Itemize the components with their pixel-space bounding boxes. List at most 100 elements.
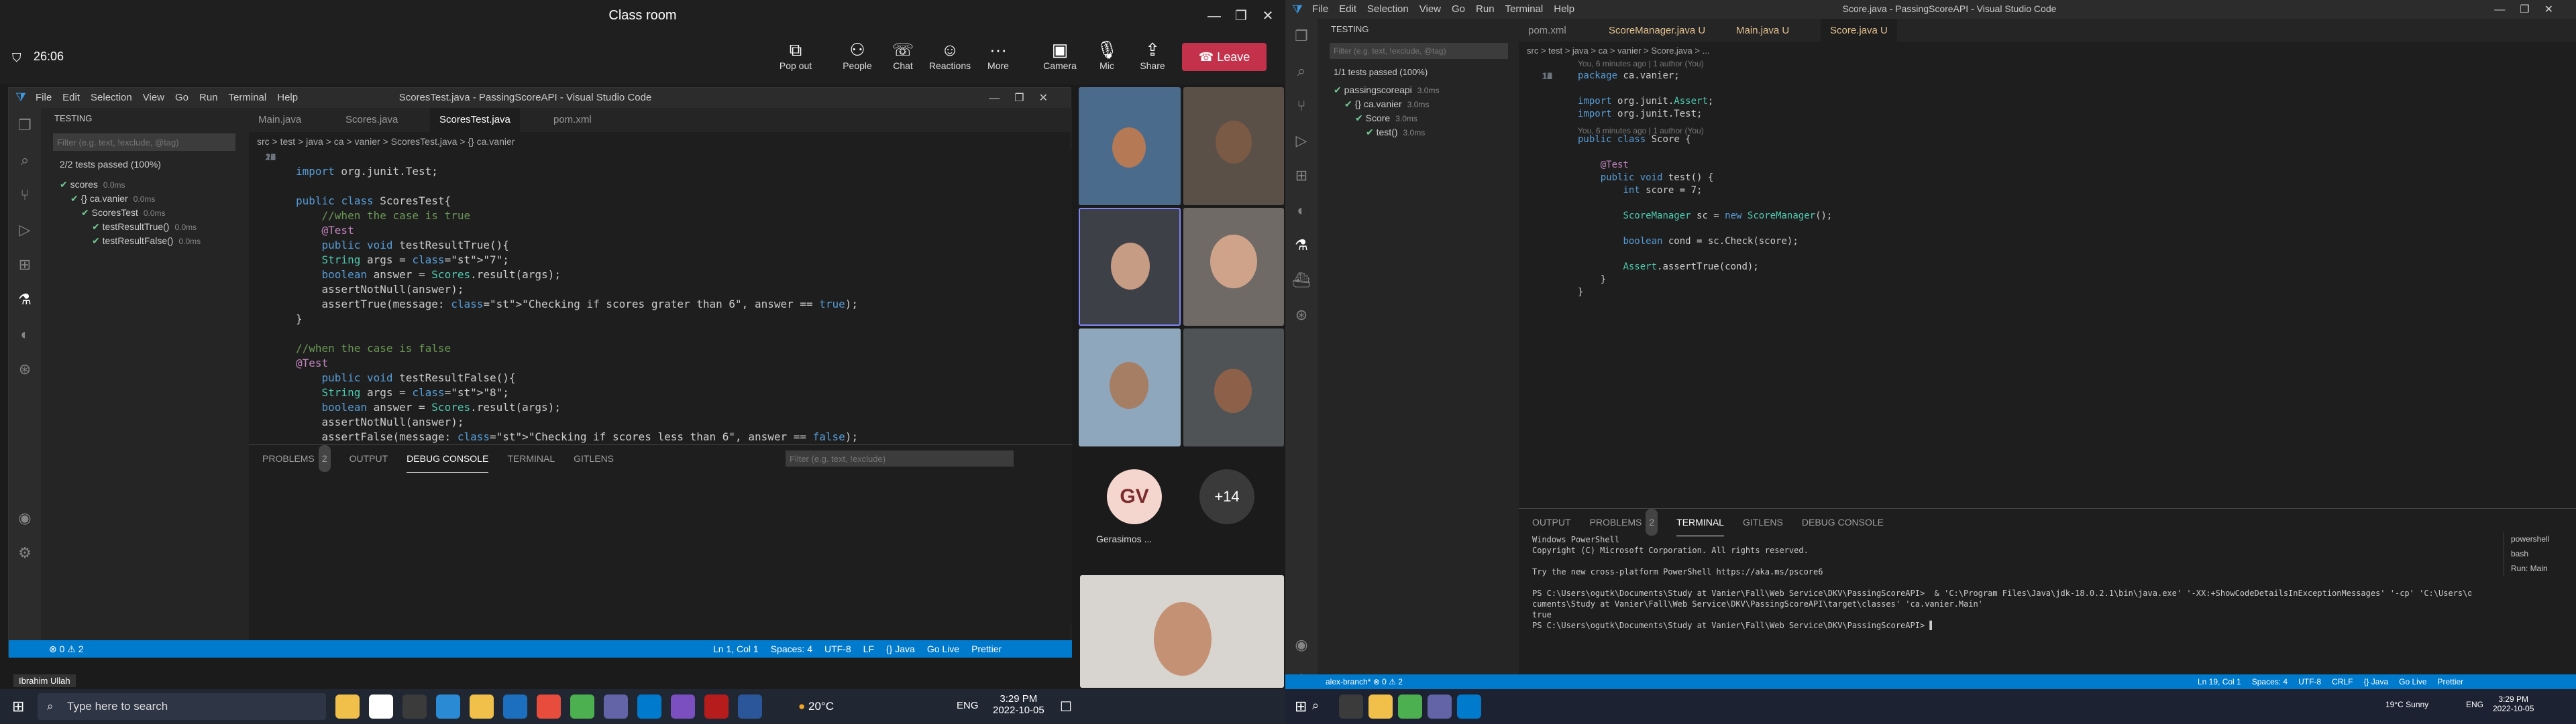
source-control-icon[interactable]: ⑂ [1285, 88, 1318, 123]
tab-pom-xml[interactable]: pom.xml [1519, 19, 1576, 43]
terminal-output[interactable]: Windows PowerShell Copyright (C) Microsof… [1532, 534, 2471, 631]
video-tile-3-active[interactable] [1079, 208, 1181, 326]
vscode-icon[interactable] [1457, 695, 1481, 719]
status-go-live[interactable]: Go Live [2399, 677, 2426, 686]
code-line[interactable]: public void test() { [1578, 172, 1832, 184]
code-line[interactable]: public void testResultTrue(){ [296, 238, 858, 253]
status-language[interactable]: {} Java [2363, 677, 2388, 686]
self-video-tile[interactable] [1080, 575, 1284, 688]
menu-run[interactable]: Run [1476, 0, 1495, 19]
code-line[interactable]: import org.junit.Test; [1578, 108, 1832, 121]
test-tree-item[interactable]: ✔ testResultFalse() 0.0ms [60, 234, 201, 248]
status-problems[interactable]: ⊗ 0 ⚠ 2 [49, 640, 84, 658]
code-line[interactable]: package ca.vanier; [1578, 70, 1832, 82]
settings-gear-icon[interactable]: ⚙ [9, 536, 41, 570]
test-tree-item[interactable]: ✔ {} ca.vanier 0.0ms [60, 192, 201, 206]
share-button[interactable]: ⇪ Share [1126, 39, 1179, 71]
search-icon[interactable]: ⌕ [1285, 54, 1318, 88]
codelens-blame-2[interactable]: You, 6 minutes ago | 1 author (You) [1578, 126, 1704, 135]
visual-studio-icon[interactable] [671, 695, 695, 719]
code-line[interactable] [1578, 146, 1832, 159]
code-text[interactable]: import org.junit.Test; public class Score… [296, 149, 858, 444]
circle-app-icon[interactable] [369, 695, 393, 719]
panel-tab-terminal[interactable]: TERMINAL [507, 445, 555, 472]
menu-file[interactable]: File [1312, 0, 1328, 19]
teams-icon[interactable] [1428, 695, 1452, 719]
debug-filter-input[interactable] [786, 450, 1014, 467]
test-tree-item[interactable]: ✔ Score 3.0ms [1334, 111, 1439, 125]
extensions-icon[interactable]: ⊞ [1285, 158, 1318, 193]
code-line[interactable]: import org.junit.Assert; [1578, 95, 1832, 108]
menu-terminal[interactable]: Terminal [229, 88, 267, 108]
panel-tab-debug-console[interactable]: DEBUG CONSOLE [407, 445, 489, 473]
test-tree-item[interactable]: ✔ passingscoreapi 3.0ms [1334, 83, 1439, 97]
window-controls[interactable]: —❐✕ [989, 91, 1063, 105]
run-debug-icon[interactable]: ▷ [1285, 123, 1318, 158]
code-line[interactable] [296, 149, 858, 164]
status-language[interactable]: {} Java [886, 644, 915, 654]
more-button[interactable]: ··· More [971, 39, 1025, 71]
panel-tab-output[interactable]: OUTPUT [1532, 509, 1571, 536]
run-debug-icon[interactable]: ▷ [9, 213, 41, 247]
search-icon[interactable]: ⌕ [1312, 699, 1319, 713]
code-line[interactable]: boolean cond = sc.Check(score); [1578, 235, 1832, 248]
status-spaces[interactable]: Spaces: 4 [2252, 677, 2288, 686]
terminal-item-bash[interactable]: bash [2511, 546, 2576, 561]
task-view-icon[interactable] [1339, 695, 1363, 719]
video-tile-6[interactable] [1183, 328, 1284, 446]
more-participants-button[interactable]: +14 [1199, 469, 1254, 524]
edge-icon[interactable] [436, 695, 460, 719]
tab-scores-java[interactable]: Scores.java [336, 108, 407, 132]
video-tile-2[interactable] [1183, 87, 1284, 205]
chrome-icon[interactable] [1398, 695, 1422, 719]
status-spaces[interactable]: Spaces: 4 [771, 644, 812, 654]
panel-tab-problems[interactable]: PROBLEMS [1590, 509, 1642, 536]
test-filter-input[interactable] [53, 133, 235, 151]
file-explorer-icon[interactable] [470, 695, 494, 719]
video-tile-4[interactable] [1183, 208, 1284, 326]
code-line[interactable]: } [296, 312, 858, 326]
codelens-blame[interactable]: You, 6 minutes ago | 1 author (You) [1578, 59, 1704, 68]
code-line[interactable]: public void testResultFalse(){ [296, 371, 858, 385]
gitlens-icon[interactable]: ⊛ [1285, 298, 1318, 333]
panel-tab-debug-console[interactable]: DEBUG CONSOLE [1802, 509, 1884, 536]
source-control-icon[interactable]: ⑂ [9, 178, 41, 213]
search-icon[interactable]: ⌕ [9, 143, 41, 178]
code-editor[interactable]: 6 7 8 9 10 11 12 13 14 15 16 17 18 19 20 21 22 23 24 25 imp… [249, 149, 1072, 444]
weather-widget[interactable]: 19°C Sunny [2385, 700, 2428, 709]
code-line[interactable]: ScoreManager sc = new ScoreManager(); [1578, 210, 1832, 223]
menu-view[interactable]: View [1419, 0, 1441, 19]
test-tree-item[interactable]: ✔ scores 0.0ms [60, 178, 201, 192]
code-line[interactable] [1578, 197, 1832, 210]
tab-main-java[interactable]: Main.java U [1727, 19, 1799, 43]
language-indicator[interactable]: ENG [2466, 700, 2483, 709]
docker-icon[interactable]: ⛴ [1285, 263, 1318, 298]
test-tree-item[interactable]: ✔ test() 3.0ms [1334, 125, 1439, 139]
terminal-item-run-main[interactable]: Run: Main [2511, 561, 2576, 576]
status-eol[interactable]: CRLF [2332, 677, 2353, 686]
tab-main-java[interactable]: Main.java [249, 108, 311, 132]
gitlens-icon[interactable]: ⊛ [9, 352, 41, 387]
account-icon[interactable]: ◉ [9, 501, 41, 536]
code-line[interactable]: assertTrue(message: class="st">"Checking… [296, 297, 859, 312]
office-icon[interactable] [537, 695, 561, 719]
menu-go[interactable]: Go [175, 88, 189, 108]
code-line[interactable] [1578, 248, 1832, 261]
menu-go[interactable]: Go [1452, 0, 1465, 19]
code-line[interactable] [296, 326, 858, 341]
code-line[interactable]: String args = class="st">"8"; [296, 385, 858, 400]
code-line[interactable]: assertFalse(message: class="st">"Checkin… [296, 430, 859, 444]
menu-edit[interactable]: Edit [62, 88, 80, 108]
status-cursor[interactable]: Ln 1, Col 1 [713, 644, 759, 654]
minimize-icon[interactable]: — [1201, 5, 1228, 27]
status-prettier[interactable]: Prettier [2438, 677, 2464, 686]
menu-help[interactable]: Help [277, 88, 298, 108]
code-line[interactable] [1578, 82, 1832, 95]
code-line[interactable]: @Test [1578, 159, 1832, 172]
code-line[interactable]: Assert.assertTrue(cond); [1578, 261, 1832, 274]
remote-icon[interactable]: ◐ [1285, 193, 1318, 228]
code-line[interactable]: } [1578, 286, 1832, 299]
vscode-icon[interactable] [637, 695, 661, 719]
menu-help[interactable]: Help [1554, 0, 1574, 19]
files-app-icon[interactable] [335, 695, 360, 719]
